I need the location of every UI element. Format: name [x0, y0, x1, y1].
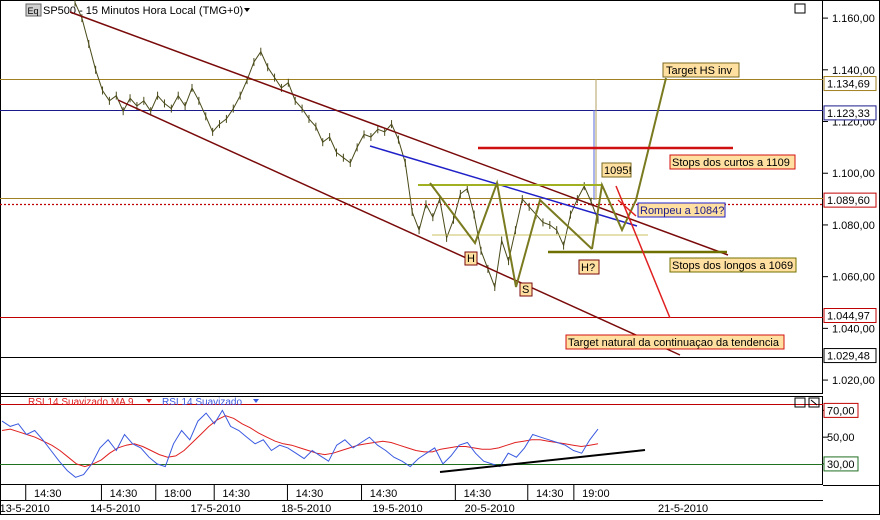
rsi-axis: 70,00 50,00 30,00 — [823, 402, 859, 472]
rsi-legend-ma: RSI 14 Suavizado MA 9 — [28, 397, 134, 408]
time-label: 14:30 — [464, 488, 492, 500]
price-tick-label: 1.040,00 — [832, 323, 875, 335]
date-label: 21-5-2010 — [658, 503, 708, 515]
annotation-stops-longos: Stops dos longos a 1069 — [669, 257, 797, 273]
annotation-h-right-text: H? — [581, 262, 595, 274]
annotation-s: S — [519, 282, 533, 297]
rsi-legend-rsi: RSI 14 Suavizado — [162, 397, 242, 408]
annotation-rompeu-text: Rompeu a 1084? — [640, 205, 724, 217]
annotation-rompeu: Rompeu a 1084? — [637, 202, 726, 218]
price-tick-label: 1.080,00 — [832, 220, 875, 232]
annotation-stops-curtos: Stops dos curtos a 1109 — [669, 154, 796, 170]
annotation-stops-longos-text: Stops dos longos a 1069 — [672, 260, 793, 272]
time-label: 18:00 — [164, 488, 192, 500]
annotation-target-natural: Target natural da continuaçao da tendenc… — [565, 334, 785, 350]
date-label: 18-5-2010 — [281, 503, 331, 515]
price-level-label: 1.123,33 — [827, 108, 870, 120]
time-label: 14:30 — [110, 488, 138, 500]
annotation-1095-text: 1095! — [604, 165, 632, 177]
date-label: 13-5-2010 — [0, 503, 50, 515]
annotation-stops-curtos-text: Stops dos curtos a 1109 — [672, 157, 790, 169]
annotation-1095: 1095! — [601, 162, 632, 178]
annotation-s-text: S — [522, 284, 529, 296]
price-tick-label: 1.060,00 — [832, 272, 875, 284]
chart-title: SP500 - 15 Minutos Hora Local (TMG+0) — [43, 5, 243, 17]
symbol-badge-label: Eq — [28, 6, 39, 16]
date-label: 19-5-2010 — [372, 503, 422, 515]
rsi-tick-label: 30,00 — [827, 459, 855, 471]
price-level-label: 1.089,60 — [827, 195, 870, 207]
price-level-label: 1.134,69 — [827, 79, 870, 91]
date-label: 14-5-2010 — [90, 503, 140, 515]
chart-window: Eq SP500 - 15 Minutos Hora Local (TMG+0)… — [0, 0, 880, 515]
chart-svg: Eq SP500 - 15 Minutos Hora Local (TMG+0)… — [0, 0, 880, 515]
rsi-tick-label: 50,00 — [827, 432, 855, 444]
annotation-target-hs-text: Target HS inv — [666, 65, 733, 77]
annotation-h-left: H — [464, 251, 478, 266]
time-label: 14:30 — [536, 488, 564, 500]
annotation-target-hs: Target HS inv — [662, 62, 740, 78]
time-label: 14:30 — [222, 488, 250, 500]
time-label: 14:30 — [296, 488, 324, 500]
date-label: 17-5-2010 — [191, 503, 241, 515]
price-level-label: 1.044,97 — [827, 311, 870, 323]
rsi-tick-label: 70,00 — [827, 405, 855, 417]
annotation-target-natural-text: Target natural da continuaçao da tendenc… — [568, 337, 780, 349]
price-tick-label: 1.020,00 — [832, 375, 875, 387]
time-label: 14:30 — [34, 488, 62, 500]
price-tick-label: 1.140,00 — [832, 65, 875, 77]
annotation-h-right: H? — [578, 259, 600, 275]
time-label: 14:30 — [370, 488, 398, 500]
price-tick-label: 1.160,00 — [832, 13, 875, 25]
annotation-h-left-text: H — [467, 253, 475, 265]
time-label: 19:00 — [582, 488, 610, 500]
date-label: 20-5-2010 — [465, 503, 515, 515]
price-level-label: 1.029,48 — [827, 351, 870, 363]
price-tick-label: 1.100,00 — [832, 168, 875, 180]
